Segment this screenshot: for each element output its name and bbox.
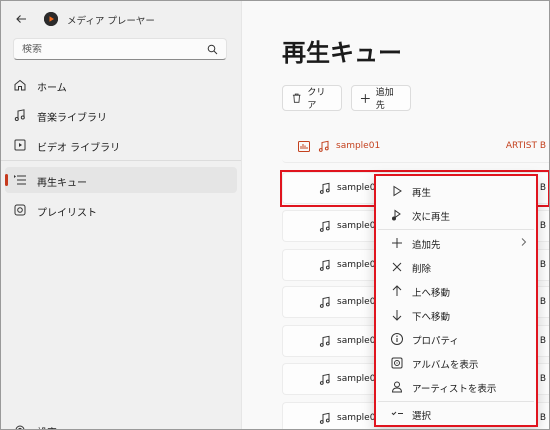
album-icon	[391, 357, 403, 369]
menu-label-select: 選択	[412, 411, 432, 422]
queue-list-icon	[14, 175, 26, 185]
nav-label-video-library: ビデオ ライブラリ	[37, 143, 121, 154]
track-artist: B	[539, 221, 546, 231]
arrow-up-icon	[392, 285, 402, 296]
track-artist: B	[539, 297, 546, 307]
music-note-icon	[319, 220, 330, 232]
select-list-icon	[391, 411, 403, 416]
nav-label-music-library: 音楽ライブラリ	[37, 113, 107, 124]
menu-item-move-down[interactable]: 下へ移動	[378, 304, 534, 326]
app-logo-icon	[44, 12, 58, 26]
plus-icon	[360, 93, 370, 103]
track-artist: B	[539, 183, 546, 193]
menu-item-remove[interactable]: 削除	[378, 256, 534, 278]
menu-item-show-album[interactable]: アルバムを表示	[378, 352, 534, 374]
menu-label-add-to: 追加先	[412, 240, 441, 251]
nav-item-play-queue[interactable]: 再生キュー	[5, 167, 237, 193]
track-artist: B	[539, 413, 546, 423]
person-icon	[391, 381, 403, 393]
chevron-right-icon	[521, 238, 527, 246]
trash-icon	[292, 93, 301, 103]
music-note-icon	[319, 259, 330, 271]
app-title: メディア プレーヤー	[67, 16, 155, 27]
search-box[interactable]	[13, 38, 227, 60]
music-note-icon	[319, 335, 330, 347]
search-icon[interactable]	[207, 44, 218, 55]
menu-item-properties[interactable]: プロパティ	[378, 328, 534, 350]
menu-label-move-up: 上へ移動	[412, 288, 451, 299]
back-button[interactable]	[11, 9, 31, 29]
home-icon	[14, 79, 26, 91]
music-note-icon	[319, 296, 330, 308]
track-artist: B	[539, 336, 546, 346]
add-to-button[interactable]: 追加先	[351, 85, 411, 111]
menu-item-move-up[interactable]: 上へ移動	[378, 280, 534, 302]
queue-row-playing[interactable]: sample01 ARTIST B	[282, 131, 549, 163]
back-arrow-icon	[16, 15, 26, 23]
menu-label-remove: 削除	[412, 264, 432, 275]
equalizer-icon	[298, 141, 310, 152]
add-to-button-label: 追加先	[375, 88, 394, 111]
music-note-icon	[319, 373, 330, 385]
nav-item-music-library[interactable]: 音楽ライブラリ	[5, 102, 237, 128]
nav-label-home: ホーム	[37, 83, 67, 94]
menu-separator	[378, 401, 534, 402]
music-note-icon	[318, 140, 329, 152]
music-note-icon	[319, 412, 330, 424]
media-player-window: メディア プレーヤー ホーム 音楽ライブラリ ビデオ ライブラリ 再生キュー プ…	[0, 0, 550, 430]
plus-icon	[392, 238, 402, 248]
video-icon	[14, 139, 26, 151]
track-artist: B	[539, 374, 546, 384]
play-icon	[393, 185, 402, 197]
gear-icon	[15, 425, 25, 429]
menu-label-properties: プロパティ	[412, 336, 459, 347]
playlist-icon	[14, 204, 26, 216]
menu-label-play-next: 次に再生	[412, 212, 451, 223]
track-artist: ARTIST B	[505, 141, 546, 151]
search-input[interactable]	[22, 43, 202, 55]
menu-item-select[interactable]: 選択	[378, 403, 534, 425]
nav-label-settings: 設定	[37, 424, 57, 429]
nav-item-settings[interactable]: 設定	[5, 417, 237, 429]
music-note-icon	[14, 109, 25, 121]
menu-separator	[378, 229, 534, 230]
menu-item-play[interactable]: 再生	[378, 180, 534, 202]
clear-button[interactable]: クリア	[282, 85, 342, 111]
context-menu: 再生 次に再生 追加先 削除 上へ移動 下へ移動 プロパティ アルバムを表示 ア…	[374, 174, 538, 427]
menu-item-show-artist[interactable]: アーティストを表示	[378, 376, 534, 398]
menu-label-play: 再生	[412, 188, 432, 199]
music-note-icon	[319, 182, 330, 194]
menu-item-play-next[interactable]: 次に再生	[378, 204, 534, 226]
clear-button-label: クリア	[307, 88, 326, 111]
arrow-down-icon	[392, 310, 402, 321]
nav-label-playlist: プレイリスト	[37, 208, 97, 219]
menu-item-add-to[interactable]: 追加先	[378, 232, 534, 254]
track-artist: B	[539, 260, 546, 270]
menu-label-move-down: 下へ移動	[412, 312, 451, 323]
sidebar-divider	[1, 160, 241, 161]
info-icon	[391, 333, 403, 345]
page-title: 再生キュー	[282, 39, 402, 67]
play-next-icon	[392, 209, 401, 221]
nav-item-home[interactable]: ホーム	[5, 72, 237, 98]
close-icon	[392, 262, 402, 272]
nav-item-playlist[interactable]: プレイリスト	[5, 197, 237, 223]
menu-label-show-album: アルバムを表示	[412, 360, 479, 371]
nav-item-video-library[interactable]: ビデオ ライブラリ	[5, 132, 237, 158]
track-name: sample01	[336, 141, 381, 151]
title-bar: メディア プレーヤー	[1, 1, 241, 37]
sidebar: メディア プレーヤー ホーム 音楽ライブラリ ビデオ ライブラリ 再生キュー プ…	[1, 1, 241, 429]
nav-label-play-queue: 再生キュー	[37, 178, 87, 189]
menu-label-show-artist: アーティストを表示	[412, 384, 497, 395]
